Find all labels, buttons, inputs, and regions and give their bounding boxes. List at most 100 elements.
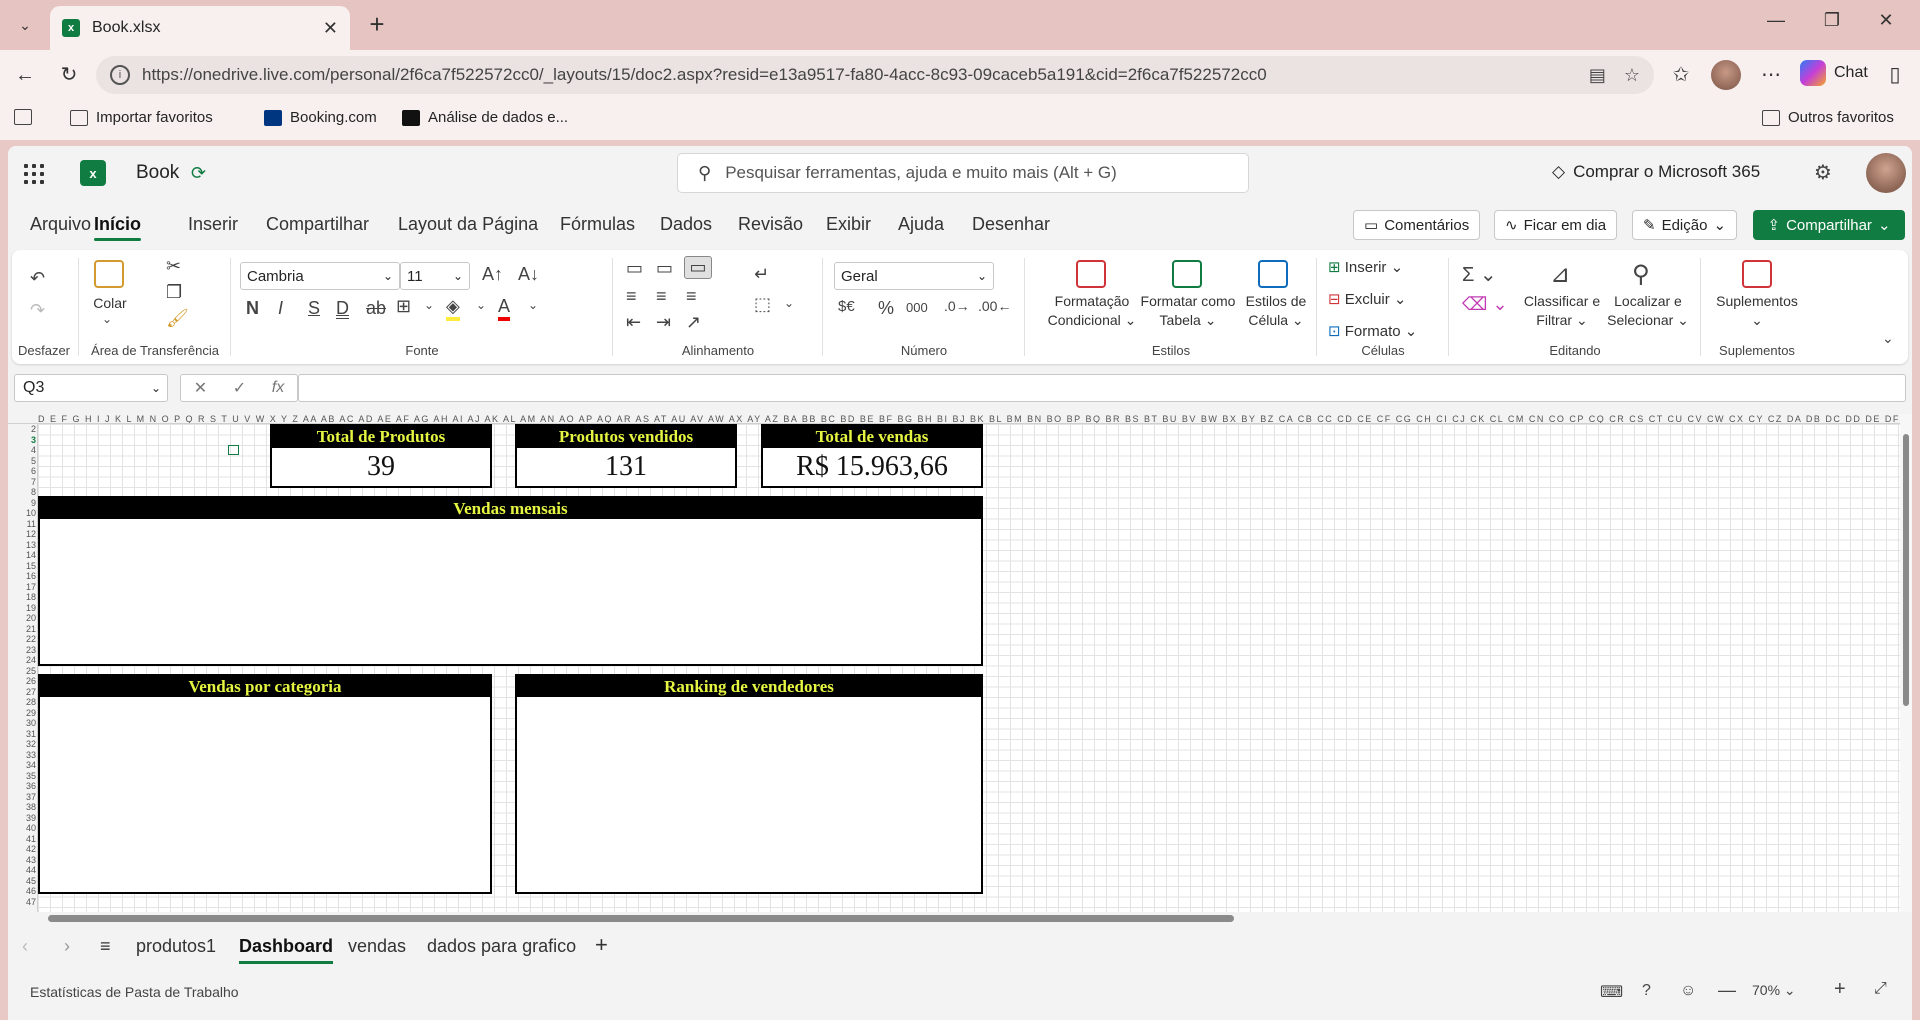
keyboard-icon[interactable]: ⌨: [1600, 982, 1623, 1002]
horizontal-scroll-thumb[interactable]: [48, 915, 1234, 922]
other-favorites[interactable]: Outros favoritos: [1762, 109, 1894, 126]
orientation-icon[interactable]: ↗: [686, 312, 701, 333]
shrink-font-icon[interactable]: A↓: [518, 264, 539, 285]
autosum-icon[interactable]: Σ ⌄: [1462, 262, 1497, 287]
kpi-total-vendas[interactable]: Total de vendas R$ 15.963,66: [761, 424, 983, 488]
add-sheet-icon[interactable]: +: [595, 932, 608, 958]
next-sheet-icon[interactable]: ›: [64, 936, 70, 957]
help-icon[interactable]: ?: [1642, 982, 1651, 1000]
tab-inserir[interactable]: Inserir: [188, 214, 238, 235]
chevron-down-icon[interactable]: ⌄: [424, 298, 434, 312]
chevron-down-icon[interactable]: ⌄: [102, 312, 112, 326]
app-launcher-icon[interactable]: [24, 164, 44, 184]
tab-compartilhar[interactable]: Compartilhar: [266, 214, 369, 235]
strikethrough-icon[interactable]: ab: [366, 298, 386, 319]
workbook-name[interactable]: Book: [136, 162, 179, 184]
zoom-out-icon[interactable]: —: [1718, 980, 1736, 1001]
align-middle-icon[interactable]: ▭: [656, 258, 673, 279]
font-size-select[interactable]: 11 ⌄: [400, 262, 470, 290]
delete-cells-button[interactable]: ⊟ Excluir ⌄: [1328, 290, 1407, 309]
row-number[interactable]: 34: [8, 760, 36, 771]
tab-exibir[interactable]: Exibir: [826, 214, 871, 235]
row-number[interactable]: 5: [8, 456, 36, 467]
kpi-produtos-vendidos[interactable]: Produtos vendidos 131: [515, 424, 737, 488]
panel-ranking-vendedores[interactable]: Ranking de vendedores: [515, 674, 983, 894]
double-underline-icon[interactable]: D: [336, 298, 349, 319]
vertical-scrollbar[interactable]: [1900, 414, 1912, 912]
row-number[interactable]: 36: [8, 781, 36, 792]
user-avatar[interactable]: [1866, 153, 1906, 193]
all-sheets-menu-icon[interactable]: ≡: [100, 936, 111, 957]
align-center-icon[interactable]: ≡: [656, 286, 667, 307]
active-cell[interactable]: [228, 445, 239, 455]
row-number[interactable]: 23: [8, 645, 36, 656]
horizontal-scrollbar[interactable]: [8, 912, 1912, 924]
url-field[interactable]: i https://onedrive.live.com/personal/2f6…: [96, 56, 1654, 94]
fill-color-icon[interactable]: ◈: [446, 296, 460, 321]
format-table-button[interactable]: Formatar como Tabela ⌄: [1136, 292, 1240, 330]
tab-ajuda[interactable]: Ajuda: [898, 214, 944, 235]
vertical-scroll-thumb[interactable]: [1903, 434, 1909, 706]
window-close-icon[interactable]: ✕: [1866, 10, 1906, 40]
fav-booking[interactable]: Booking.com: [264, 109, 377, 126]
row-number[interactable]: 8: [8, 487, 36, 498]
insert-function-button[interactable]: fx: [272, 379, 284, 397]
browser-tab[interactable]: x Book.xlsx ✕: [50, 6, 350, 50]
row-number[interactable]: 24: [8, 655, 36, 666]
row-number[interactable]: 10: [8, 508, 36, 519]
kpi-total-produtos[interactable]: Total de Produtos 39: [270, 424, 492, 488]
formula-input[interactable]: [298, 374, 1906, 402]
row-number[interactable]: 18: [8, 592, 36, 603]
sidebar-icon[interactable]: ▯: [1880, 60, 1910, 90]
row-number[interactable]: 41: [8, 834, 36, 845]
row-number[interactable]: 46: [8, 886, 36, 897]
clear-icon[interactable]: ⌫ ⌄: [1462, 294, 1508, 315]
row-number[interactable]: 15: [8, 561, 36, 572]
chevron-down-icon[interactable]: ⌄: [528, 298, 538, 312]
column-headers[interactable]: D E F G H I J K L M N O P Q R S T U V W …: [8, 414, 1900, 424]
row-number[interactable]: 11: [8, 519, 36, 530]
ribbon-expand-chevron-icon[interactable]: ⌄: [1882, 330, 1894, 347]
browser-profile-avatar[interactable]: [1711, 60, 1741, 90]
row-number[interactable]: 9: [8, 498, 36, 509]
tab-list-chevron-icon[interactable]: ⌄: [8, 8, 42, 42]
row-number[interactable]: 45: [8, 876, 36, 887]
bold-button[interactable]: N: [246, 298, 259, 319]
wrap-text-icon[interactable]: ↵: [754, 264, 769, 285]
search-input[interactable]: ⚲ Pesquisar ferramentas, ajuda e muito m…: [677, 153, 1249, 193]
paste-icon[interactable]: [94, 260, 124, 288]
row-number[interactable]: 37: [8, 792, 36, 803]
row-number[interactable]: 21: [8, 624, 36, 635]
copilot-chat-button[interactable]: Chat: [1800, 60, 1868, 86]
row-number[interactable]: 39: [8, 813, 36, 824]
borders-icon[interactable]: ⊞: [396, 296, 411, 317]
feedback-icon[interactable]: ☺: [1680, 982, 1696, 1000]
increase-indent-icon[interactable]: ⇥: [656, 312, 671, 333]
zoom-in-icon[interactable]: +: [1834, 978, 1846, 1001]
cell-grid[interactable]: Total de Produtos 39 Produtos vendidos 1…: [38, 424, 1900, 912]
tab-revisao[interactable]: Revisão: [738, 214, 803, 235]
copy-icon[interactable]: ❐: [166, 282, 182, 303]
comments-button[interactable]: ▭ Comentários: [1353, 210, 1481, 240]
row-number[interactable]: 22: [8, 634, 36, 645]
cut-icon[interactable]: ✂: [166, 256, 181, 277]
row-number[interactable]: 32: [8, 739, 36, 750]
row-number[interactable]: 44: [8, 865, 36, 876]
addins-icon[interactable]: [1742, 260, 1772, 288]
workbook-stats-link[interactable]: Estatísticas de Pasta de Trabalho: [30, 984, 239, 1000]
row-number[interactable]: 30: [8, 718, 36, 729]
font-color-icon[interactable]: A: [498, 296, 511, 321]
sort-filter-icon[interactable]: ⊿: [1550, 260, 1570, 289]
format-table-icon[interactable]: [1172, 260, 1202, 288]
chevron-down-icon[interactable]: ⌄: [476, 298, 486, 312]
url-text[interactable]: https://onedrive.live.com/personal/2f6ca…: [142, 65, 1589, 85]
find-select-icon[interactable]: ⚲: [1632, 260, 1650, 289]
format-painter-icon[interactable]: 🖌: [166, 308, 189, 329]
row-number[interactable]: 33: [8, 750, 36, 761]
name-box[interactable]: Q3 ⌄: [14, 374, 168, 402]
reader-view-icon[interactable]: ▤: [1589, 65, 1606, 86]
row-number[interactable]: 26: [8, 676, 36, 687]
row-number[interactable]: 19: [8, 603, 36, 614]
sheet-tab-produtos1[interactable]: produtos1: [136, 936, 216, 957]
row-number[interactable]: 47: [8, 897, 36, 908]
